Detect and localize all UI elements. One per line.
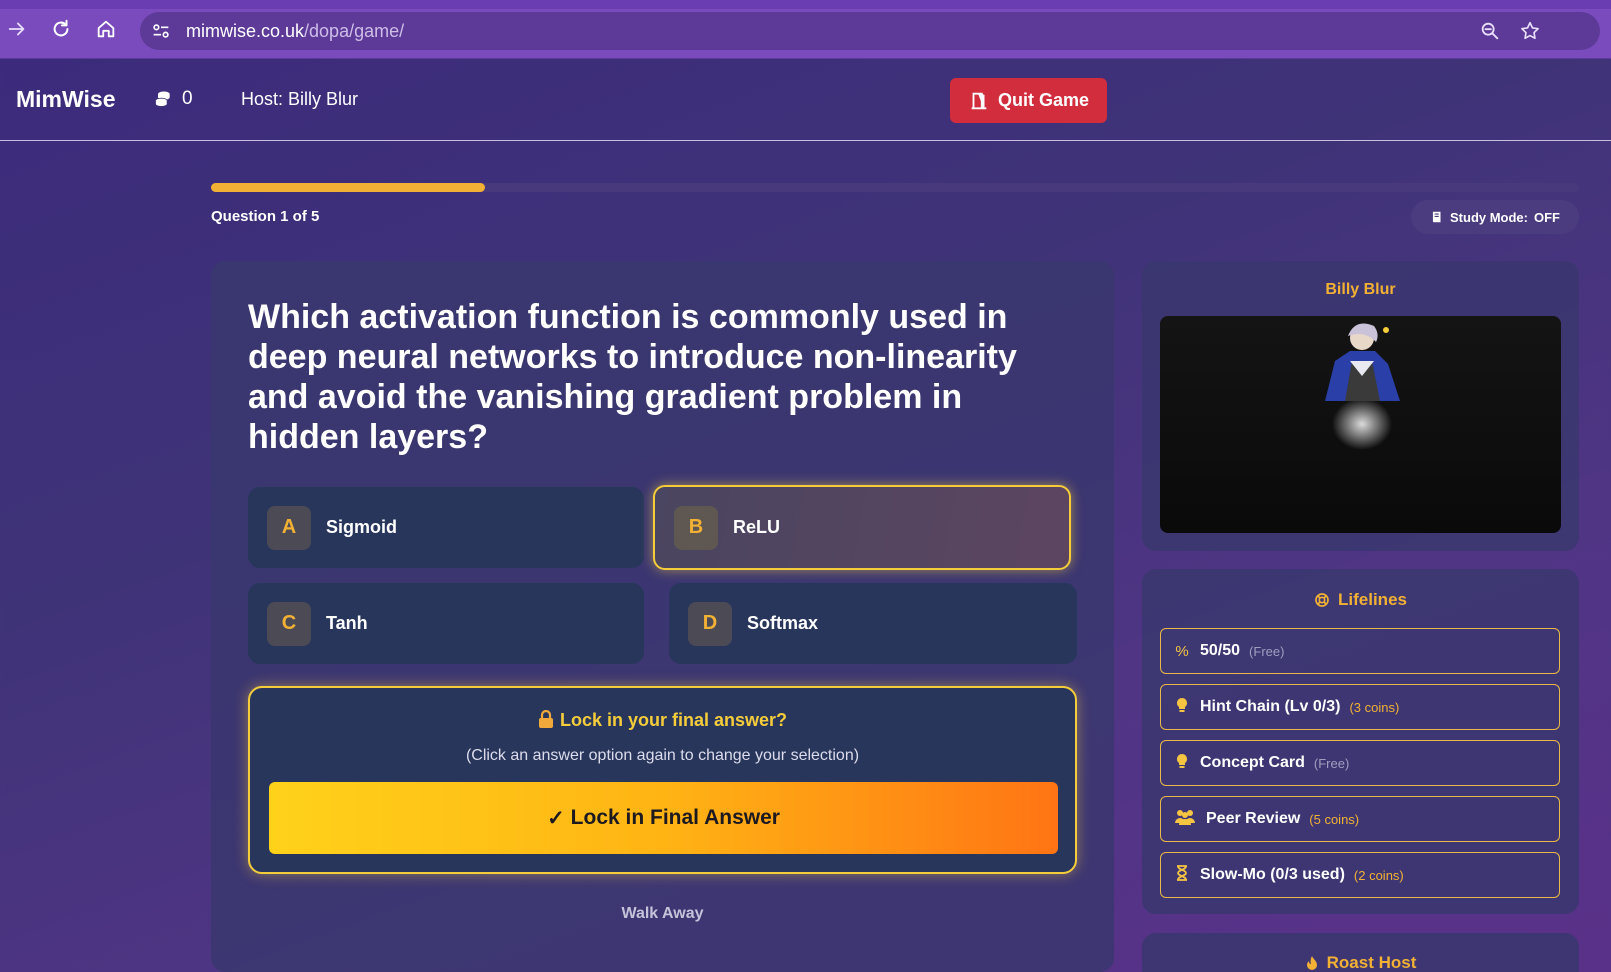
tab-strip [0, 0, 1611, 9]
lifebuoy-icon [1315, 593, 1329, 607]
coins-icon [155, 91, 170, 107]
address-bar[interactable]: mimwise.co.uk/dopa/game/ [140, 12, 1600, 50]
lifeline-peer-review-button[interactable]: Peer Review (5 coins) [1160, 796, 1560, 842]
option-letter: D [688, 601, 732, 646]
host-panel: Billy Blur [1142, 261, 1579, 551]
study-mode-toggle[interactable]: Study Mode: OFF [1411, 200, 1579, 234]
flame-icon [1306, 956, 1317, 970]
option-label: Tanh [326, 613, 368, 633]
host-avatar-video [1160, 316, 1561, 533]
lifeline-cost: (3 coins) [1349, 699, 1400, 715]
answer-option-d[interactable]: D Softmax [669, 583, 1077, 664]
site-settings-icon[interactable] [150, 20, 172, 42]
zoom-icon[interactable] [1479, 20, 1501, 42]
roast-host-title: Roast Host [1326, 953, 1417, 972]
forward-icon[interactable] [4, 18, 30, 44]
lifeline-name: Slow-Mo (0/3 used) [1200, 866, 1345, 883]
question-progress-fill [211, 183, 485, 192]
coin-balance: 0 [153, 88, 193, 110]
url-path: /dopa/game/ [304, 21, 405, 41]
lifelines-panel: Lifelines % 50/50 (Free) Hint Chain (Lv … [1142, 569, 1579, 914]
logo[interactable]: MimWise [16, 86, 115, 113]
host-name: Billy Blur [1325, 281, 1396, 298]
option-letter: B [674, 505, 718, 550]
lock-final-answer-label: Lock in Final Answer [570, 806, 780, 829]
option-label: Sigmoid [326, 517, 397, 537]
study-mode-value: OFF [1534, 209, 1560, 225]
percent-icon: % [1175, 642, 1189, 660]
question-counter: Question 1 of 5 [211, 208, 320, 225]
answer-option-a[interactable]: A Sigmoid [248, 487, 644, 568]
lifeline-name: 50/50 [1200, 642, 1241, 659]
quit-game-label: Quit Game [997, 90, 1090, 110]
host-label: Host: Billy Blur [241, 89, 359, 109]
option-letter: C [267, 601, 311, 646]
lifeline-50-50-button[interactable]: % 50/50 (Free) [1160, 628, 1560, 674]
quit-game-button[interactable]: Quit Game [950, 78, 1107, 123]
option-label: ReLU [733, 517, 781, 537]
roast-host-button[interactable]: Roast Host [1142, 953, 1579, 972]
lock-answer-panel: Lock in your final answer? (Click an ans… [248, 686, 1077, 874]
answer-option-b[interactable]: B ReLU [653, 485, 1071, 570]
lock-subtitle: (Click an answer option again to change … [465, 747, 860, 764]
reload-icon[interactable] [48, 18, 74, 44]
check-icon: ✓ [547, 806, 565, 830]
browser-toolbar: mimwise.co.uk/dopa/game/ [0, 0, 1611, 59]
lock-title: Lock in your final answer? [250, 709, 1075, 733]
question-card: Which activation function is commonly us… [211, 261, 1114, 972]
lifeline-cost: (2 coins) [1353, 867, 1404, 883]
users-icon [1173, 809, 1197, 829]
lifeline-name: Peer Review [1206, 810, 1301, 827]
url-domain: mimwise.co.uk [186, 21, 305, 41]
study-mode-label: Study Mode: [1450, 209, 1528, 225]
lightbulb-icon [1173, 697, 1191, 717]
option-label: Softmax [747, 613, 819, 633]
lifeline-concept-card-button[interactable]: Concept Card (Free) [1160, 740, 1560, 786]
lifeline-cost: (Free) [1313, 755, 1350, 771]
lifelines-title: Lifelines [1142, 590, 1579, 610]
lifeline-cost: (5 coins) [1309, 811, 1360, 827]
lifeline-hint-chain-button[interactable]: Hint Chain (Lv 0/3) (3 coins) [1160, 684, 1560, 730]
walk-away-link[interactable]: Walk Away [211, 905, 1114, 923]
question-text: Which activation function is commonly us… [248, 298, 1017, 456]
lifeline-name: Concept Card [1200, 754, 1305, 771]
roast-host-panel: Roast Host [1142, 933, 1579, 972]
question-progress-bar [211, 183, 1579, 192]
url-text: mimwise.co.uk/dopa/game/ [186, 21, 404, 42]
lifelines-title-text: Lifelines [1338, 590, 1407, 609]
answer-option-c[interactable]: C Tanh [248, 583, 644, 664]
padlock-icon [538, 709, 554, 733]
bookmark-star-icon[interactable] [1519, 20, 1541, 42]
coin-count: 0 [182, 88, 193, 109]
lifeline-name: Hint Chain (Lv 0/3) [1200, 698, 1341, 715]
lock-title-text: Lock in your final answer? [559, 710, 788, 730]
door-exit-icon [971, 92, 987, 109]
book-icon [1432, 211, 1441, 223]
home-icon[interactable] [93, 18, 119, 44]
lifeline-slow-mo-button[interactable]: Slow-Mo (0/3 used) (2 coins) [1160, 852, 1560, 898]
lifeline-cost: (Free) [1249, 643, 1285, 659]
option-letter: A [267, 505, 311, 550]
hourglass-icon [1173, 865, 1191, 885]
app-header: MimWise 0 Host: Billy Blur Quit Game [0, 60, 1611, 141]
host-avatar-image [1325, 323, 1400, 450]
lightbulb-icon [1173, 753, 1191, 773]
lock-final-answer-button[interactable]: ✓ Lock in Final Answer [269, 782, 1058, 854]
